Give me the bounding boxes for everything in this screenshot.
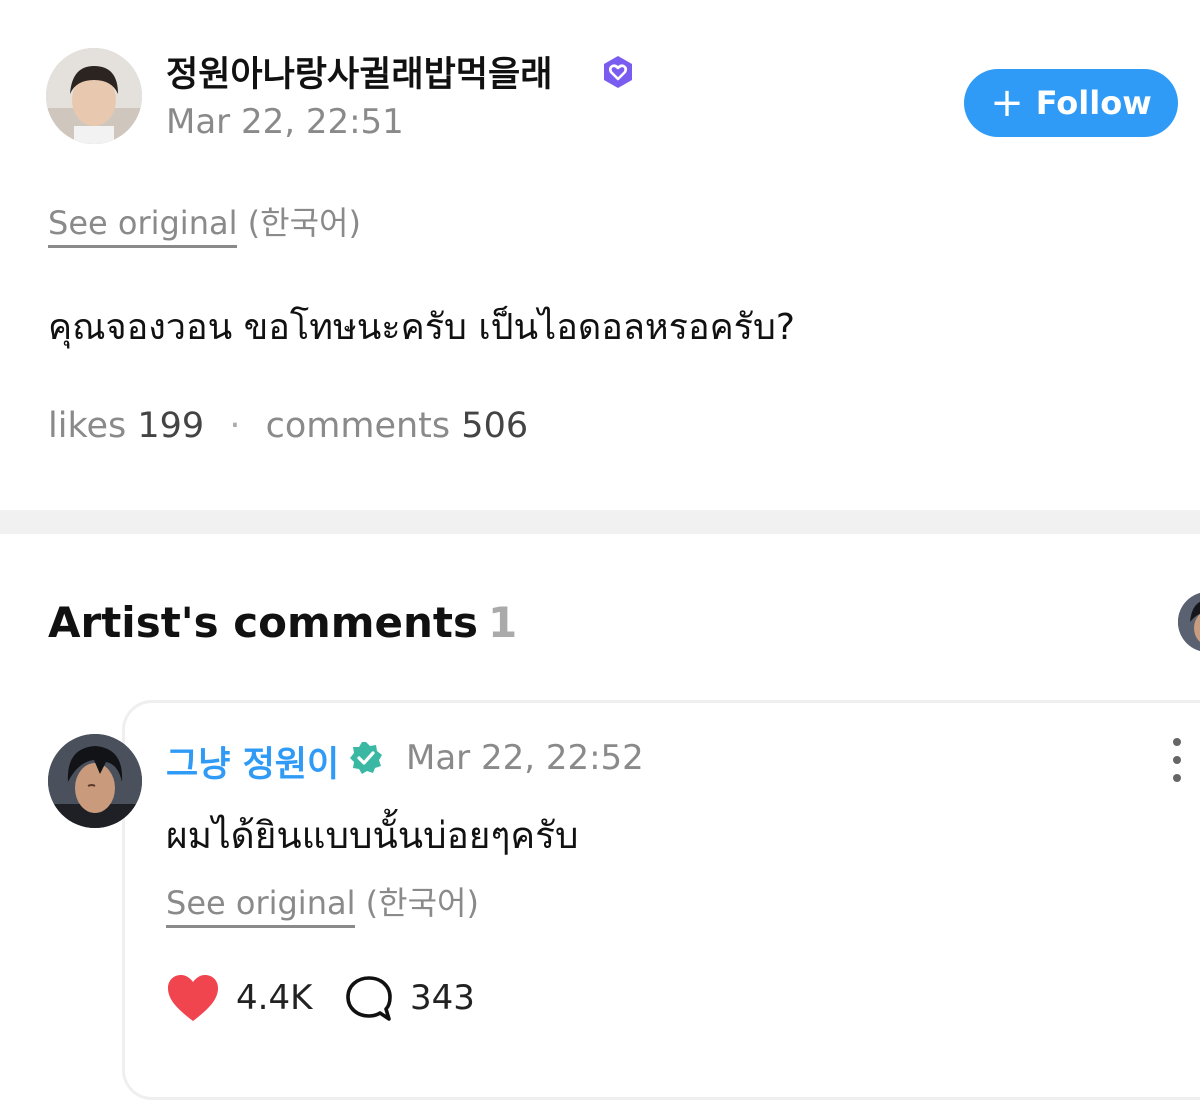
likes-count[interactable]: 199 bbox=[137, 406, 204, 446]
artist-comments-title: Artist's comments bbox=[48, 598, 478, 647]
section-divider bbox=[0, 510, 1200, 534]
comment-like-count: 4.4K bbox=[236, 978, 313, 1018]
post-timestamp: Mar 22, 22:51 bbox=[166, 102, 404, 142]
commenter-avatar[interactable] bbox=[48, 734, 142, 828]
heart-icon[interactable] bbox=[166, 974, 220, 1024]
comments-count[interactable]: 506 bbox=[461, 406, 528, 446]
likes-label: likes bbox=[48, 406, 127, 446]
see-original-post[interactable]: See original (한국어) bbox=[48, 198, 361, 248]
comment-bubble-icon[interactable] bbox=[344, 974, 394, 1024]
author-name[interactable]: 정원아나랑사귈래밥먹을래 bbox=[166, 46, 552, 97]
artist-comments-count: 1 bbox=[488, 598, 518, 647]
original-language: (한국어) bbox=[247, 204, 361, 242]
comment-reply-count: 343 bbox=[410, 978, 475, 1018]
more-options-icon[interactable] bbox=[1162, 738, 1192, 782]
comment-timestamp: Mar 22, 22:52 bbox=[406, 738, 644, 778]
plus-icon: + bbox=[990, 80, 1024, 126]
author-avatar[interactable] bbox=[46, 48, 142, 144]
post-body: คุณจองวอน ขอโทษนะครับ เป็นไอดอลหรอครับ? bbox=[48, 307, 795, 348]
see-original-comment[interactable]: See original (한국어) bbox=[166, 878, 479, 928]
follow-button[interactable]: + Follow bbox=[964, 69, 1178, 137]
original-language: (한국어) bbox=[365, 884, 479, 922]
post-stats: likes 199 · comments 506 bbox=[48, 406, 528, 446]
verified-heart-icon bbox=[600, 54, 636, 90]
follow-label: Follow bbox=[1035, 84, 1152, 122]
separator-dot: · bbox=[229, 406, 241, 446]
artist-avatar-peek[interactable] bbox=[1178, 592, 1200, 652]
see-original-link[interactable]: See original bbox=[166, 884, 356, 928]
commenter-name[interactable]: 그냥 정원이 bbox=[166, 736, 339, 787]
verified-check-icon bbox=[348, 740, 384, 776]
artist-comments-heading: Artist's comments 1 bbox=[48, 598, 517, 647]
comment-body: ผมได้ยินแบบนั้นบ่อยๆครับ bbox=[166, 814, 579, 857]
comments-label: comments bbox=[265, 406, 451, 446]
see-original-link[interactable]: See original bbox=[48, 204, 238, 248]
